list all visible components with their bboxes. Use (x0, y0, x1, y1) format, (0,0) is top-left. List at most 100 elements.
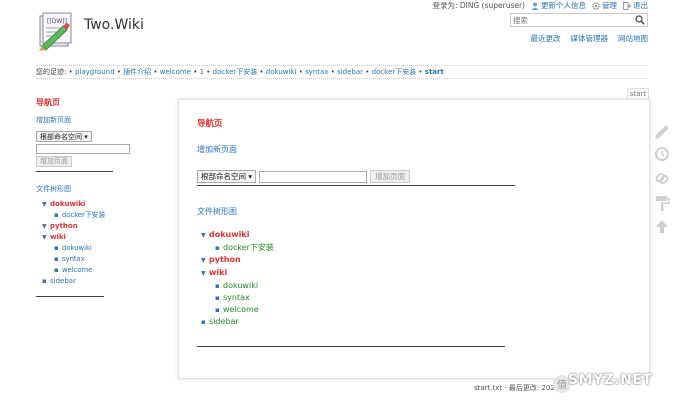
logged-in-as: 登录为: DING (superuser) (432, 0, 525, 11)
logged-in-label: 登录为: DING (superuser) (432, 1, 525, 10)
content-tree: ▼ dokuwiki ▪ docker下安装 ▼ python ▼ wiki ▪ doku… (197, 229, 637, 328)
content-title: 导航页 (197, 119, 223, 129)
sidebar-tree-title[interactable]: 文件树形图 (36, 184, 146, 194)
edit-icon[interactable] (652, 118, 672, 142)
bullet-icon: ▪ (54, 255, 59, 263)
bullet-icon: ▪ (215, 294, 220, 302)
bullet-icon: ▪ (215, 244, 220, 252)
content-tree-title[interactable]: 文件树形图 (197, 206, 637, 217)
tree-page[interactable]: ▪ welcome (197, 304, 637, 316)
back-to-top-icon[interactable] (652, 214, 672, 238)
breadcrumb-item[interactable]: 插件介绍 (123, 68, 151, 76)
media-manager-link[interactable]: 媒体管理器 (571, 33, 609, 44)
triangle-down-icon: ▼ (42, 223, 47, 230)
tree-page[interactable]: ▪ sidebar (36, 276, 146, 287)
site-title[interactable]: Two.Wiki (84, 17, 144, 33)
breadcrumb-prefix: 您的足迹: (36, 68, 67, 76)
tree-page-label[interactable]: welcome (223, 305, 259, 314)
triangle-down-icon: ▼ (201, 270, 206, 277)
watermark: 值 SMYZ.NET (552, 366, 672, 400)
tree-namespace-label[interactable]: dokuwiki (50, 200, 85, 208)
tree-namespace-label[interactable]: python (50, 222, 78, 230)
chevron-down-icon: ▾ (84, 132, 88, 141)
backlinks-icon[interactable] (652, 166, 672, 190)
breadcrumb-item[interactable]: docker下安装 (213, 68, 258, 76)
breadcrumb-divider (36, 78, 648, 79)
breadcrumb-item[interactable]: playground (75, 68, 115, 76)
tree-page-label[interactable]: dokuwiki (223, 281, 258, 290)
tree-page-label[interactable]: docker下安装 (223, 243, 274, 252)
namespace-select-value: 根部命名空间 (201, 172, 246, 181)
tree-namespace-label[interactable]: python (209, 255, 241, 264)
recent-changes-link[interactable]: 最近更改 (531, 33, 561, 44)
logout-link[interactable]: 退出 (623, 0, 648, 11)
logout-icon (623, 1, 631, 10)
update-profile-link[interactable]: 更新个人信息 (531, 0, 586, 11)
tree-namespace[interactable]: ▼ wiki (197, 267, 637, 280)
tree-namespace[interactable]: ▼ dokuwiki (36, 199, 146, 210)
content-new-page-link[interactable]: 增加新页面 (197, 144, 637, 155)
sidebar-add-page-button[interactable]: 增加页面 (36, 156, 72, 167)
site-tools: 最近更改 媒体管理器 网站地图 (531, 33, 649, 44)
tree-page[interactable]: ▪ docker下安装 (36, 210, 146, 221)
admin-link[interactable]: 管理 (592, 0, 617, 11)
page-name-input[interactable] (259, 170, 368, 183)
tree-page[interactable]: ▪ dokuwiki (36, 243, 146, 254)
content-divider (197, 185, 515, 186)
tree-page[interactable]: ▪ dokuwiki (197, 280, 637, 292)
doc-info: start.txt · 最后更改: 2020 (474, 384, 560, 392)
breadcrumb-item[interactable]: docker下安装 (372, 68, 417, 76)
tree-page-label[interactable]: sidebar (209, 317, 239, 326)
page-tools (652, 118, 672, 238)
user-icon (531, 2, 539, 10)
triangle-down-icon: ▼ (42, 234, 47, 241)
triangle-down-icon: ▼ (42, 201, 47, 208)
breadcrumb-current[interactable]: start (425, 68, 444, 76)
dokuwiki-logo[interactable]: [[DW]] (36, 10, 76, 52)
search-icon[interactable] (635, 15, 645, 25)
tree-page-label[interactable]: docker下安装 (62, 211, 105, 219)
breadcrumb-item[interactable]: sidebar (337, 68, 363, 76)
tree-namespace-label[interactable]: dokuwiki (209, 230, 249, 239)
tree-page-label[interactable]: syntax (62, 255, 85, 263)
sidebar-page-name-input[interactable] (36, 144, 130, 154)
tree-page-label[interactable]: dokuwiki (62, 244, 92, 252)
triangle-down-icon: ▼ (201, 232, 206, 239)
tree-namespace-label[interactable]: wiki (50, 233, 66, 241)
bullet-icon: ▪ (215, 306, 220, 314)
tree-namespace[interactable]: ▼ python (197, 254, 637, 267)
paint-roller-icon[interactable] (652, 190, 672, 214)
add-page-button[interactable]: 增加页面 (370, 170, 411, 183)
breadcrumb-item[interactable]: welcome (160, 68, 191, 76)
tree-namespace[interactable]: ▼ dokuwiki (197, 229, 637, 242)
search-input[interactable] (511, 14, 647, 26)
sidebar-new-page-link[interactable]: 增加新页面 (36, 115, 146, 125)
tree-namespace[interactable]: ▼ python (36, 221, 146, 232)
logout-label: 退出 (633, 1, 648, 10)
revisions-icon[interactable] (652, 142, 672, 166)
tree-page-label[interactable]: sidebar (50, 277, 76, 285)
sitemap-link[interactable]: 网站地图 (618, 33, 648, 44)
tree-page[interactable]: ▪ welcome (36, 265, 146, 276)
triangle-down-icon: ▼ (201, 257, 206, 264)
tree-page-label[interactable]: syntax (223, 293, 250, 302)
tree-namespace-label[interactable]: wiki (209, 268, 227, 277)
tree-page-label[interactable]: welcome (62, 266, 92, 274)
tree-page[interactable]: ▪ syntax (197, 292, 637, 304)
sidebar-namespace-value: 根部命名空间 (40, 132, 82, 141)
bullet-icon: ▪ (54, 244, 59, 252)
tree-page[interactable]: ▪ syntax (36, 254, 146, 265)
bullet-icon: ▪ (54, 211, 59, 219)
tree-page[interactable]: ▪ sidebar (197, 316, 637, 328)
breadcrumb-item[interactable]: 1 (200, 68, 204, 76)
namespace-select[interactable]: 根部命名空间 ▾ (197, 170, 257, 183)
breadcrumb: 您的足迹: • playground • 插件介绍 • welcome • 1 … (36, 68, 444, 76)
breadcrumb-item[interactable]: dokuwiki (266, 68, 297, 76)
sidebar-namespace-select[interactable]: 根部命名空间 ▾ (36, 131, 92, 142)
tree-page[interactable]: ▪ docker下安装 (197, 242, 637, 254)
chevron-down-icon: ▾ (248, 172, 253, 181)
breadcrumb-item[interactable]: syntax (305, 68, 328, 76)
watermark-text: SMYZ.NET (568, 372, 653, 388)
svg-text:[[DW]]: [[DW]] (47, 18, 67, 25)
tree-namespace[interactable]: ▼ wiki (36, 232, 146, 243)
